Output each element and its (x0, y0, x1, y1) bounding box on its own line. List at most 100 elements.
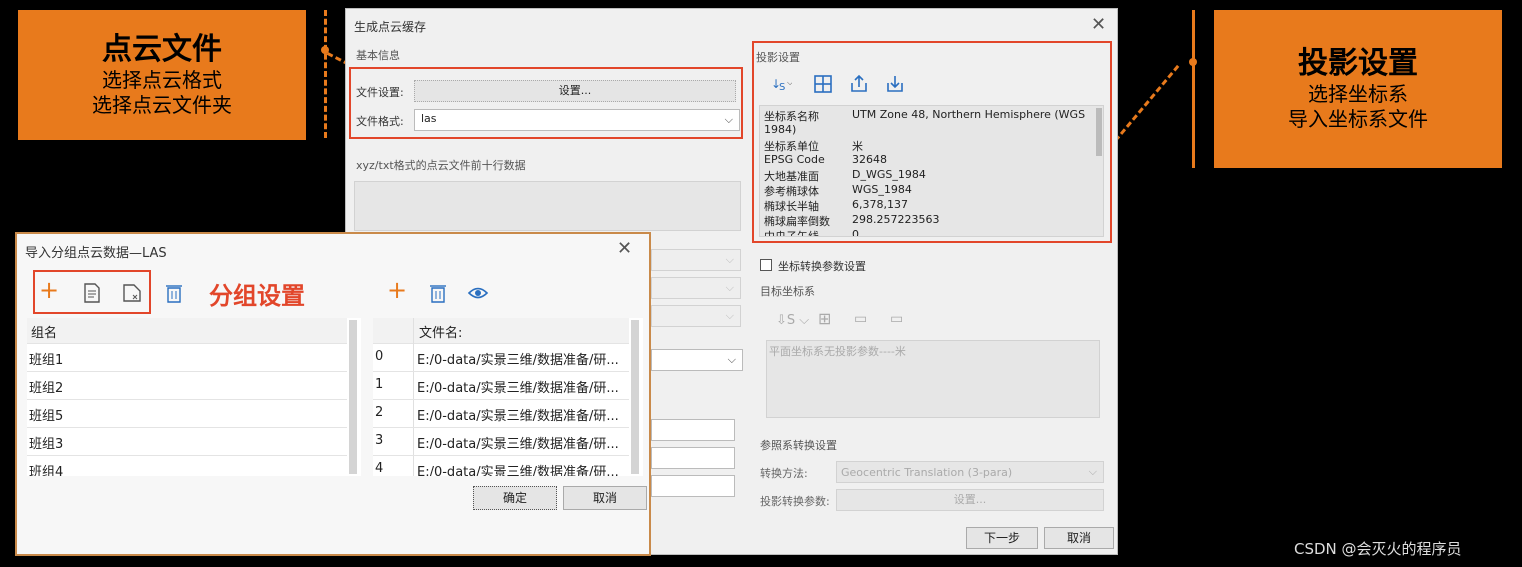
watermark: CSDN @会灭火的程序员 (1294, 540, 1462, 558)
faded-select: ⌵ (651, 349, 743, 371)
file-settings-button[interactable]: 设置... (414, 80, 736, 102)
sub-cancel-button[interactable]: 取消 (563, 486, 647, 510)
group-table-header: 组名 (27, 318, 347, 344)
preview-eye-icon[interactable] (467, 282, 489, 304)
table-row[interactable]: 2 E:/0-data/实景三维/数据准备/研... (373, 400, 629, 428)
close-icon[interactable]: ✕ (617, 238, 632, 259)
import-icon[interactable] (884, 73, 906, 95)
file-path: E:/0-data/实景三维/数据准备/研... (417, 465, 619, 476)
delete-group-icon[interactable] (163, 282, 185, 304)
file-index: 3 (375, 433, 384, 448)
basic-info-label: 基本信息 (356, 49, 400, 62)
proj-params-button[interactable]: 设置... (836, 489, 1104, 511)
cancel-button[interactable]: 取消 (1044, 527, 1114, 549)
transform-method-label: 转换方法: (760, 467, 808, 480)
faded-select: ⌵ (651, 305, 741, 327)
chevron-down-icon[interactable]: ⌵ (1089, 465, 1097, 479)
file-format-label: 文件格式: (356, 115, 404, 128)
target-crs-icon[interactable]: ⇩S ⌵ (776, 313, 809, 328)
file-header-label: 文件名: (419, 326, 463, 341)
table-row[interactable]: 班组5 (27, 400, 347, 428)
proj-key: EPSG Code (764, 153, 825, 166)
edit-group-icon[interactable] (81, 282, 103, 304)
file-index: 2 (375, 405, 384, 420)
import-group-dialog: 导入分组点云数据—LAS ✕ + 分组设置 + 组名 班组1 班组2 班组5 班… (15, 232, 651, 556)
close-icon[interactable]: ✕ (1091, 14, 1106, 35)
table-row[interactable]: 0 E:/0-data/实景三维/数据准备/研... (373, 344, 629, 372)
select-crs-icon[interactable] (812, 73, 834, 95)
proj-value: 米 (852, 140, 863, 153)
sub-dialog-title: 导入分组点云数据—LAS (25, 246, 167, 261)
chevron-down-icon[interactable]: ⌵ (725, 113, 733, 127)
proj-key: 坐标系单位 (764, 140, 819, 153)
coord-transform-label: 坐标转换参数设置 (778, 260, 866, 273)
callout-projection-title: 投影设置 (1298, 46, 1418, 81)
callout-connector-left (324, 10, 327, 138)
svg-text:⌵: ⌵ (787, 78, 792, 87)
proj-value: WGS_1984 (852, 183, 912, 196)
coordinate-system-icon[interactable]: ↓S ⌵ (770, 73, 792, 95)
proj-value: 32648 (852, 153, 887, 166)
proj-key: 1984) (764, 123, 797, 136)
proj-value: 0 (852, 228, 859, 237)
svg-text:S: S (779, 82, 785, 93)
add-file-icon[interactable]: + (387, 278, 407, 302)
callout-pointcloud-line1: 选择点云格式 (102, 68, 222, 92)
table-row[interactable]: 3 E:/0-data/实景三维/数据准备/研... (373, 428, 629, 456)
callout-pointcloud-line2: 选择点云文件夹 (92, 93, 232, 117)
table-row[interactable]: 班组2 (27, 372, 347, 400)
group-header-label: 组名 (31, 326, 58, 341)
chevron-down-icon: ⌵ (727, 353, 736, 366)
faded-select: ⌵ (651, 249, 741, 271)
file-format-select[interactable]: las ⌵ (414, 109, 740, 131)
target-crs-label: 目标坐标系 (760, 285, 815, 298)
proj-key: 大地基准面 (764, 170, 819, 183)
table-row[interactable]: 4 E:/0-data/实景三维/数据准备/研... (373, 456, 629, 476)
proj-value: 298.257223563 (852, 213, 940, 226)
table-row[interactable]: 班组1 (27, 344, 347, 372)
scrollbar[interactable] (1096, 108, 1102, 156)
file-index: 1 (375, 377, 384, 392)
file-path: E:/0-data/实景三维/数据准备/研... (417, 353, 619, 368)
delete-file-icon[interactable] (427, 282, 449, 304)
callout-projection: 投影设置 选择坐标系 导入坐标系文件 (1214, 10, 1502, 168)
projection-settings-label: 投影设置 (756, 51, 800, 64)
import-icon[interactable]: ▭ (890, 311, 903, 327)
file-path: E:/0-data/实景三维/数据准备/研... (417, 381, 619, 396)
faded-input (651, 475, 735, 497)
projection-info-list: 坐标系名称 UTM Zone 48, Northern Hemisphere (… (759, 105, 1104, 237)
table-row[interactable]: 班组3 (27, 428, 347, 456)
callout-pointcloud: 点云文件 选择点云格式 选择点云文件夹 (18, 10, 306, 140)
coord-transform-checkbox[interactable] (760, 259, 772, 271)
export-icon[interactable] (848, 73, 870, 95)
export-icon[interactable]: ▭ (854, 311, 867, 327)
scrollbar[interactable] (631, 320, 639, 474)
table-row[interactable]: 1 E:/0-data/实景三维/数据准备/研... (373, 372, 629, 400)
faded-select: ⌵ (651, 277, 741, 299)
scrollbar[interactable] (349, 320, 357, 474)
file-table: 文件名: 0 E:/0-data/实景三维/数据准备/研... 1 E:/0-d… (373, 318, 643, 476)
file-settings-label: 文件设置: (356, 86, 404, 99)
add-group-icon[interactable]: + (39, 278, 59, 302)
proj-key: 椭球长半轴 (764, 200, 819, 213)
proj-params-label: 投影转换参数: (760, 495, 830, 508)
dialog-title: 生成点云缓存 (354, 20, 427, 34)
xyz-preview-caption: xyz/txt格式的点云文件前十行数据 (356, 159, 526, 172)
proj-key: 椭球扁率倒数 (764, 215, 830, 228)
proj-key: 中央子午线 (764, 230, 819, 237)
transform-method-select[interactable]: Geocentric Translation (3-para) ⌵ (836, 461, 1104, 483)
proj-params-button-label: 设置... (953, 493, 987, 506)
next-button[interactable]: 下一步 (966, 527, 1038, 549)
file-format-value: las (421, 112, 437, 125)
chevron-down-icon: ⌵ (725, 309, 734, 322)
open-folder-icon[interactable] (121, 282, 143, 304)
ok-button[interactable]: 确定 (473, 486, 557, 510)
transform-method-value: Geocentric Translation (3-para) (841, 466, 1013, 479)
select-crs-icon[interactable]: ⊞ (818, 309, 831, 328)
faded-input (651, 419, 735, 441)
chevron-down-icon: ⌵ (725, 281, 734, 294)
proj-value: D_WGS_1984 (852, 168, 926, 181)
proj-value: UTM Zone 48, Northern Hemisphere (WGS (852, 108, 1086, 121)
table-row[interactable]: 班组4 (27, 456, 347, 476)
callout-projection-line2: 导入坐标系文件 (1288, 107, 1428, 131)
